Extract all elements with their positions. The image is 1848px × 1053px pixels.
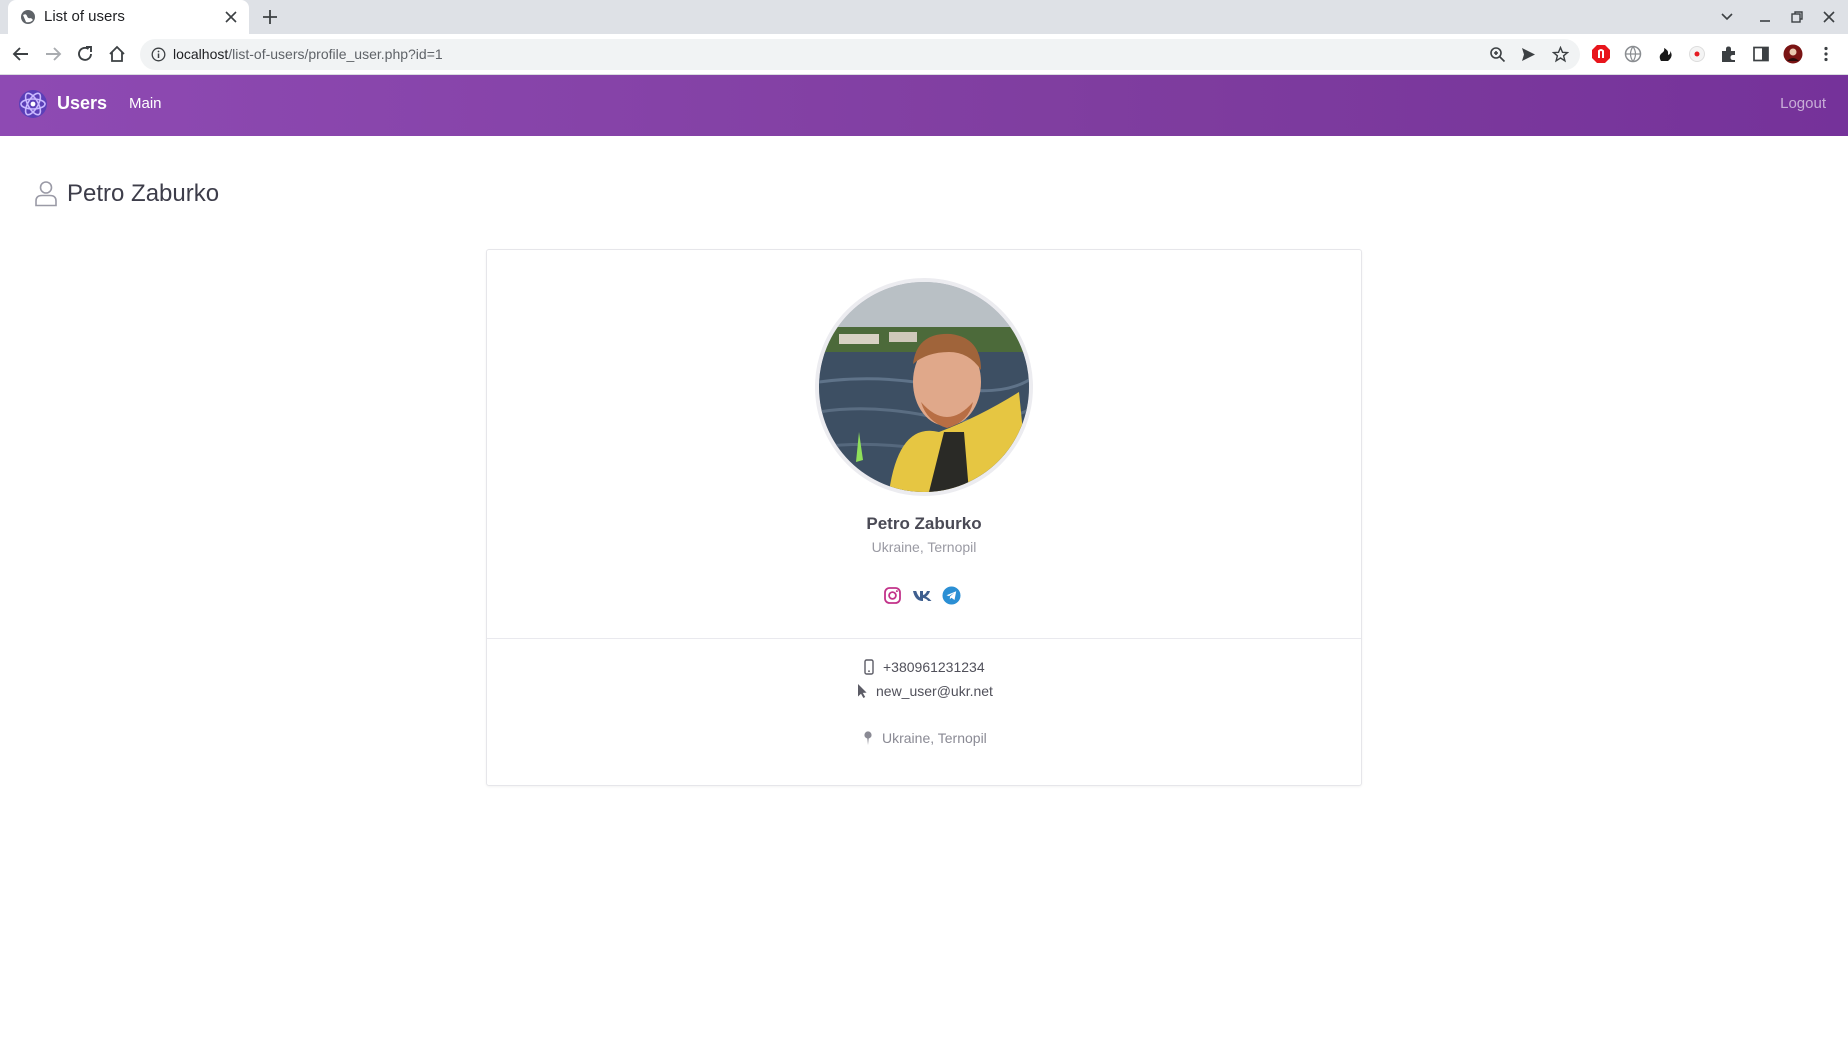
close-window-icon[interactable] — [1822, 10, 1836, 24]
address-bar[interactable]: localhost/list-of-users/profile_user.php… — [140, 39, 1580, 70]
side-panel-icon[interactable] — [1751, 44, 1771, 64]
contact-phone[interactable]: +380961231234 — [883, 659, 985, 675]
map-pin-icon — [864, 731, 872, 745]
record-extension-icon[interactable] — [1687, 44, 1707, 64]
contact-address: Ukraine, Ternopil — [882, 730, 987, 746]
browser-toolbar: localhost/list-of-users/profile_user.php… — [0, 34, 1848, 75]
profile-photo — [819, 282, 1029, 492]
profile-card: Petro Zaburko Ukraine, Ternopil +3809612… — [486, 249, 1362, 786]
profile-location: Ukraine, Ternopil — [871, 539, 977, 555]
restore-icon[interactable] — [1790, 10, 1804, 24]
tab-title: List of users — [44, 8, 125, 25]
reload-icon[interactable] — [75, 44, 95, 64]
url-path: /list-of-users/profile_user.php?id=1 — [228, 46, 443, 62]
close-tab-icon[interactable] — [224, 10, 238, 24]
url-host: localhost — [173, 46, 229, 62]
bookmark-star-icon[interactable] — [1552, 46, 1569, 63]
nav-main-link[interactable]: Main — [129, 95, 162, 112]
gnome-extension-icon[interactable] — [1655, 44, 1675, 64]
brand-link[interactable]: Users — [57, 93, 107, 114]
globe-icon — [21, 10, 35, 24]
user-outline-icon — [35, 181, 57, 207]
profile-avatar — [815, 278, 1033, 496]
extensions-puzzle-icon[interactable] — [1719, 44, 1739, 64]
site-info-icon[interactable] — [151, 47, 166, 62]
instagram-icon[interactable] — [883, 586, 902, 605]
cursor-pointer-icon — [858, 684, 867, 698]
tab-search-chevron-icon[interactable] — [1720, 10, 1734, 24]
contact-phone-row: +380961231234 — [487, 659, 1361, 679]
profile-avatar-icon[interactable] — [1783, 44, 1803, 64]
contact-email-row: new_user@ukr.net — [487, 683, 1361, 703]
new-tab-icon[interactable] — [262, 9, 278, 25]
nav-logout-link[interactable]: Logout — [1780, 95, 1826, 112]
social-links — [883, 586, 967, 606]
adblock-extension-icon[interactable] — [1591, 44, 1611, 64]
url-text[interactable]: localhost/list-of-users/profile_user.php… — [173, 46, 443, 62]
vk-icon[interactable] — [912, 586, 933, 605]
send-icon[interactable] — [1520, 46, 1537, 63]
zoom-icon[interactable] — [1489, 46, 1506, 63]
telegram-icon[interactable] — [942, 586, 961, 605]
browser-tab[interactable]: List of users — [8, 0, 249, 34]
translate-extension-icon[interactable] — [1623, 44, 1643, 64]
browser-tab-strip: List of users — [0, 0, 1848, 34]
page-title: Petro Zaburko — [67, 180, 220, 207]
app-navbar: Users Main Logout — [0, 75, 1848, 136]
home-icon[interactable] — [107, 44, 127, 64]
browser-menu-icon[interactable] — [1816, 44, 1836, 64]
forward-arrow-icon[interactable] — [43, 44, 63, 64]
mobile-phone-icon — [864, 659, 874, 675]
atom-logo-icon[interactable] — [18, 87, 48, 121]
back-arrow-icon[interactable] — [11, 44, 31, 64]
contact-email[interactable]: new_user@ukr.net — [876, 683, 993, 699]
profile-name: Petro Zaburko — [866, 514, 982, 533]
contact-address-row: Ukraine, Ternopil — [487, 730, 1361, 750]
card-divider — [487, 638, 1361, 639]
minimize-icon[interactable] — [1758, 10, 1772, 24]
